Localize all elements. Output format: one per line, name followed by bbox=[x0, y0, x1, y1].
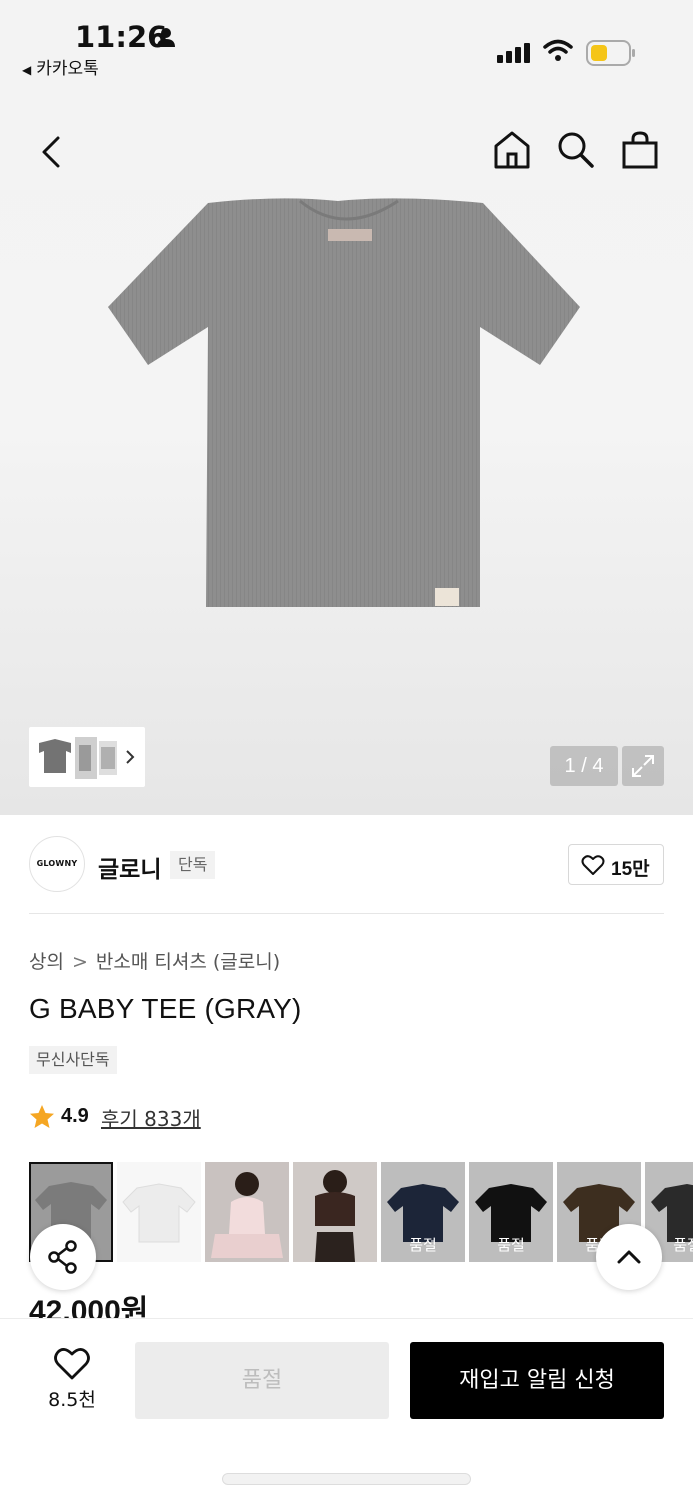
back-icon[interactable] bbox=[38, 134, 64, 170]
sold-out-label: 품절 bbox=[409, 1236, 437, 1254]
exclusive-tag: 무신사단독 bbox=[29, 1046, 117, 1074]
home-icon[interactable] bbox=[492, 130, 532, 170]
thumbnail-stack bbox=[39, 737, 135, 779]
share-button[interactable] bbox=[30, 1224, 96, 1290]
wifi-icon bbox=[543, 39, 573, 61]
swatch-black[interactable]: 품절 bbox=[469, 1162, 553, 1262]
heart-icon bbox=[581, 855, 605, 875]
back-app-label: 카카오톡 bbox=[36, 59, 99, 79]
expand-icon bbox=[632, 755, 654, 777]
breadcrumb-separator: > bbox=[71, 951, 88, 973]
swatch-model-brown[interactable] bbox=[293, 1162, 377, 1262]
brand-like-button[interactable]: 15만 bbox=[568, 844, 664, 885]
brand-exclusive-badge: 단독 bbox=[170, 851, 216, 879]
breadcrumb: 상의 > 반소매 티셔츠 (글로니) bbox=[29, 947, 280, 974]
rating-score: 4.9 bbox=[61, 1105, 89, 1127]
model-thumbnail bbox=[315, 1170, 355, 1262]
status-bar: 11:26 ◀ 카카오톡 bbox=[0, 0, 693, 110]
wishlist-button[interactable]: 8.5천 bbox=[44, 1347, 100, 1412]
star-icon bbox=[30, 1105, 54, 1128]
chevron-up-icon bbox=[617, 1250, 641, 1264]
image-counter: 1 / 4 bbox=[550, 746, 618, 786]
search-icon[interactable] bbox=[556, 130, 596, 170]
breadcrumb-item-category[interactable]: 상의 bbox=[29, 951, 64, 973]
product-title: G BABY TEE (GRAY) bbox=[29, 993, 302, 1024]
status-time: 11:26 bbox=[75, 20, 168, 54]
swatch-navy[interactable]: 품절 bbox=[381, 1162, 465, 1262]
wishlist-count: 8.5천 bbox=[48, 1389, 96, 1411]
model-thumbnail bbox=[211, 1172, 283, 1258]
product-image bbox=[108, 198, 580, 607]
battery-level bbox=[591, 45, 607, 61]
back-triangle-icon: ◀ bbox=[22, 63, 32, 77]
color-swatch-list: 품절 품절 품절 품절 bbox=[29, 1162, 693, 1262]
product-gallery[interactable]: 1 / 4 bbox=[0, 110, 693, 815]
gallery-thumbnail-strip[interactable] bbox=[29, 727, 145, 787]
person-icon bbox=[157, 28, 175, 47]
back-to-app-link[interactable]: ◀ 카카오톡 bbox=[22, 54, 99, 79]
brand-name[interactable]: 글로니 bbox=[98, 850, 161, 884]
home-indicator[interactable] bbox=[222, 1473, 471, 1485]
reviews-link[interactable]: 후기 833개 bbox=[101, 1103, 201, 1132]
expand-button[interactable] bbox=[622, 746, 664, 786]
bottom-action-bar: 8.5천 품절 재입고 알림 신청 bbox=[0, 1318, 693, 1500]
breadcrumb-item-subcategory[interactable]: 반소매 티셔츠 (글로니) bbox=[96, 951, 280, 973]
brand-logo[interactable]: GLOWNY bbox=[29, 836, 85, 892]
product-price: 42,000원 bbox=[29, 1295, 149, 1319]
swatch-model-pink[interactable] bbox=[205, 1162, 289, 1262]
brand-like-count: 15만 bbox=[611, 859, 650, 880]
share-icon bbox=[48, 1240, 77, 1274]
signal-icon bbox=[497, 43, 530, 63]
restock-notify-button[interactable]: 재입고 알림 신청 bbox=[410, 1342, 664, 1419]
tee-thumbnail bbox=[122, 1183, 196, 1243]
heart-icon bbox=[54, 1348, 90, 1380]
scroll-top-button[interactable] bbox=[596, 1224, 662, 1290]
swatch-white[interactable] bbox=[117, 1162, 201, 1262]
sold-out-button: 품절 bbox=[135, 1342, 389, 1419]
bag-icon[interactable] bbox=[620, 130, 660, 170]
battery-icon bbox=[586, 40, 635, 66]
divider bbox=[29, 913, 664, 914]
sold-out-label: 품절 bbox=[497, 1236, 525, 1254]
chevron-right-icon bbox=[126, 750, 135, 764]
